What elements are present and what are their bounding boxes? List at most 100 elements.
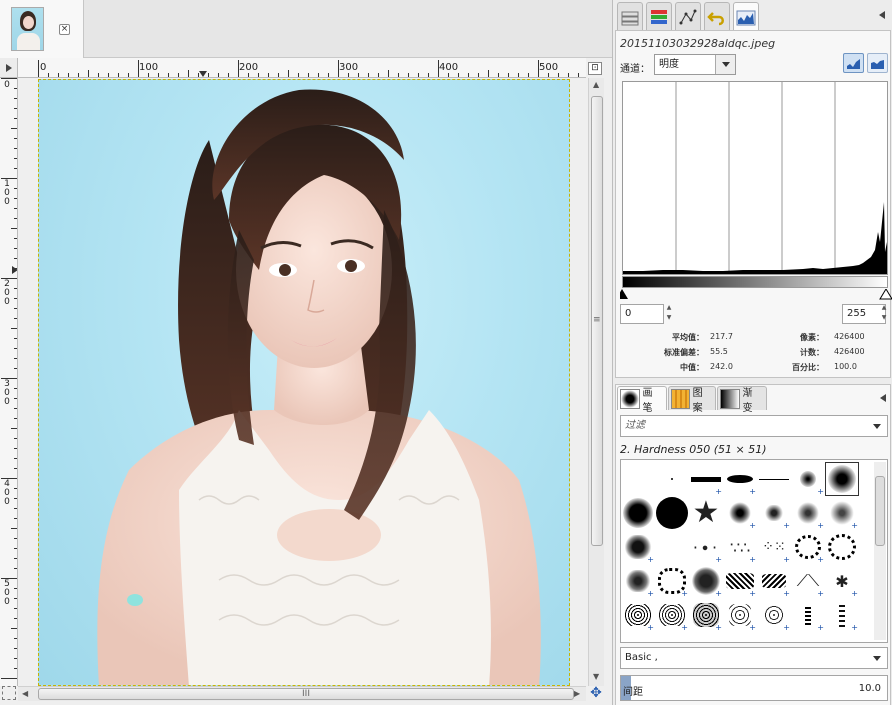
brush-item[interactable]: +: [791, 462, 825, 496]
percentile-value: 100.0: [834, 362, 857, 371]
brush-item[interactable]: +: [621, 530, 655, 564]
tab-patterns[interactable]: 图案: [668, 386, 716, 414]
brush-item[interactable]: +: [621, 564, 655, 598]
range-start-input[interactable]: 0: [620, 304, 664, 324]
brush-item[interactable]: +: [791, 530, 825, 564]
tool-options-icon[interactable]: [617, 2, 643, 30]
image-tab[interactable]: ×: [0, 0, 84, 58]
brush-item[interactable]: [655, 496, 689, 530]
image-tab-bar: ×: [0, 0, 612, 58]
brush-item[interactable]: [825, 530, 859, 564]
brush-item[interactable]: +: [757, 598, 791, 632]
ruler-menu-button[interactable]: [0, 58, 18, 78]
brush-icon: [620, 388, 640, 409]
v-ruler-label: 200: [4, 279, 10, 307]
count-label: 计数：: [800, 348, 824, 357]
stddev-label: 标准偏差：: [664, 348, 704, 357]
mean-label: 平均值：: [672, 333, 704, 342]
brush-item[interactable]: +: [723, 564, 757, 598]
brush-item[interactable]: +: [825, 496, 859, 530]
brush-item[interactable]: +: [689, 598, 723, 632]
paths-icon[interactable]: [675, 2, 701, 30]
percentile-label: 百分比：: [792, 363, 824, 372]
range-start-stepper[interactable]: ▲ ▼: [665, 303, 673, 325]
horizontal-scroll-thumb[interactable]: III: [38, 688, 574, 700]
mean-value: 217.7: [710, 332, 733, 341]
chevron-down-icon: [715, 55, 735, 74]
brush-grid[interactable]: + + + ★ + + + + + ·∙· + ∵∴ + ⁘⁙ + + + + + +…: [620, 459, 888, 643]
brush-item[interactable]: ⁘⁙ +: [757, 530, 791, 564]
histogram-gradient-bar[interactable]: [622, 276, 888, 288]
image-canvas[interactable]: [18, 78, 586, 686]
v-ruler-label: 100: [4, 179, 10, 207]
pixels-label: 像素：: [800, 333, 824, 342]
brush-item[interactable]: +: [825, 598, 859, 632]
pattern-icon: [671, 388, 690, 409]
linear-histogram-button[interactable]: [843, 53, 864, 73]
brush-item[interactable]: +: [723, 462, 757, 496]
spacing-value: 10.0: [858, 683, 881, 694]
quick-mask-toggle[interactable]: [2, 686, 16, 700]
brush-item[interactable]: [655, 462, 689, 496]
brush-item[interactable]: +: [689, 564, 723, 598]
brush-dock-menu-icon[interactable]: [880, 394, 886, 402]
dock-menu-icon[interactable]: [879, 11, 885, 19]
brush-item[interactable]: ✱ +: [825, 564, 859, 598]
brush-item[interactable]: ·∙· +: [689, 530, 723, 564]
range-end-stepper[interactable]: ▲ ▼: [880, 303, 888, 325]
brush-tab-bar: 画笔 图案 渐变: [616, 385, 892, 414]
brush-item-selected[interactable]: [825, 462, 859, 496]
histogram-icon[interactable]: [733, 2, 759, 32]
brush-item[interactable]: [757, 462, 791, 496]
median-label: 中值：: [680, 363, 704, 372]
vertical-scrollbar[interactable]: ▲ ≡ ▼: [588, 78, 604, 686]
horizontal-ruler[interactable]: 0 100 200 300 400 500: [18, 58, 586, 78]
zoom-fit-icon[interactable]: ⊡: [588, 62, 602, 75]
pixels-value: 426400: [834, 332, 865, 341]
brush-item[interactable]: +: [757, 496, 791, 530]
brush-item[interactable]: ∵∴ +: [723, 530, 757, 564]
vertical-scroll-thumb[interactable]: ≡: [591, 96, 603, 546]
brush-item[interactable]: +: [655, 564, 689, 598]
tab-brushes[interactable]: 画笔: [617, 386, 667, 414]
h-ruler-label: 500: [539, 62, 559, 73]
spacing-slider[interactable]: 间距 10.0: [620, 675, 888, 701]
histogram-graph[interactable]: [622, 81, 888, 275]
image-thumbnail[interactable]: [11, 7, 44, 51]
median-value: 242.0: [710, 362, 733, 371]
gradient-icon: [720, 388, 740, 409]
brush-item[interactable]: +: [791, 598, 825, 632]
channel-select[interactable]: 明度: [654, 54, 736, 75]
selected-brush-name: 2. Hardness 050 (51 × 51): [620, 443, 767, 456]
brush-item[interactable]: +: [791, 496, 825, 530]
brush-item[interactable]: ⟋⟍ +: [791, 564, 825, 598]
vertical-ruler[interactable]: 0 100 200 300 400 500: [0, 78, 18, 686]
brush-item[interactable]: +: [621, 598, 655, 632]
brush-filter-input[interactable]: 过滤: [620, 415, 888, 437]
h-ruler-label: 200: [239, 62, 259, 73]
v-ruler-label: 500: [4, 579, 10, 607]
horizontal-scrollbar[interactable]: ◀ III ▶: [18, 686, 586, 701]
brush-item[interactable]: +: [723, 496, 757, 530]
count-value: 426400: [834, 347, 865, 356]
navigate-icon[interactable]: ✥: [588, 686, 604, 701]
brush-item[interactable]: +: [723, 598, 757, 632]
stddev-value: 55.5: [710, 347, 728, 356]
undo-history-icon[interactable]: [704, 2, 730, 30]
log-histogram-button[interactable]: [867, 53, 888, 73]
brush-item[interactable]: +: [655, 598, 689, 632]
h-ruler-label: 300: [339, 62, 359, 73]
h-ruler-label: 100: [139, 62, 159, 73]
brush-item[interactable]: [621, 496, 655, 530]
brush-item[interactable]: +: [689, 462, 723, 496]
histogram-panel: 20151103032928aldqc.jpeg 通道： 明度 0 ▲ ▼ 25…: [615, 30, 892, 378]
tab-gradients[interactable]: 渐变: [717, 386, 767, 414]
v-ruler-label: 0: [4, 80, 10, 90]
layers-icon[interactable]: [646, 2, 672, 30]
brush-item[interactable]: ★: [689, 496, 723, 530]
brush-preset-select[interactable]: Basic ,: [620, 647, 888, 669]
brush-grid-scrollbar[interactable]: [874, 462, 886, 640]
brush-item[interactable]: +: [757, 564, 791, 598]
close-tab-icon[interactable]: ×: [59, 24, 70, 35]
photo-portrait[interactable]: [38, 79, 570, 686]
